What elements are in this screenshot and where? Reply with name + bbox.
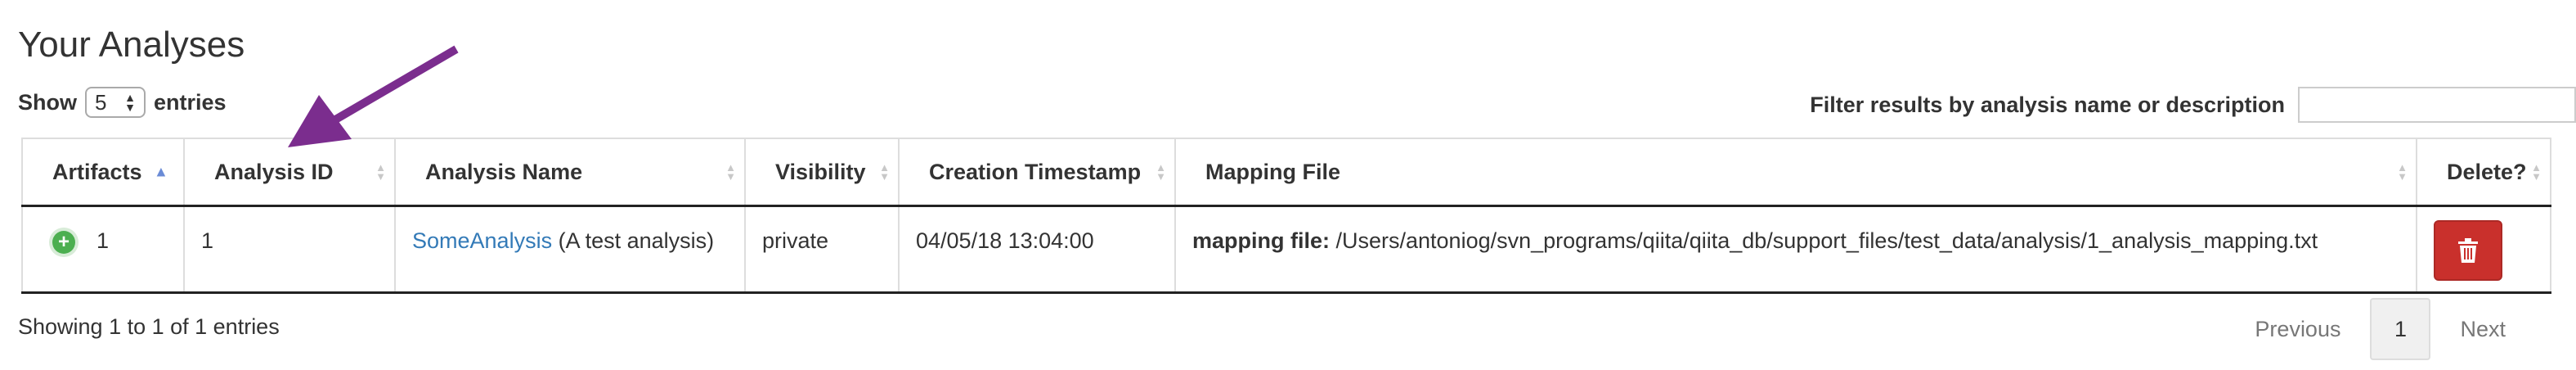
show-label: Show bbox=[18, 89, 77, 115]
col-analysis-name-label: Analysis Name bbox=[425, 159, 583, 184]
entries-select[interactable]: 5 ▲ ▼ bbox=[85, 87, 146, 118]
trash-icon bbox=[2458, 238, 2478, 263]
next-button[interactable]: Next bbox=[2430, 317, 2535, 342]
col-creation-timestamp-label: Creation Timestamp bbox=[929, 159, 1142, 184]
sort-both-icon: ▲ ▼ bbox=[2531, 161, 2542, 183]
col-visibility-label: Visibility bbox=[775, 159, 866, 184]
analysis-description: (A test analysis) bbox=[552, 228, 715, 253]
cell-artifacts: +1 bbox=[21, 205, 184, 294]
pagination: Previous 1 Next bbox=[2225, 298, 2535, 360]
previous-button[interactable]: Previous bbox=[2225, 317, 2370, 342]
filter-input[interactable] bbox=[2298, 87, 2576, 123]
sort-both-icon: ▲ ▼ bbox=[879, 161, 890, 183]
plus-circle-icon[interactable]: + bbox=[52, 230, 75, 254]
sort-asc-icon: ▲ bbox=[154, 163, 168, 180]
cell-analysis-name: SomeAnalysis (A test analysis) bbox=[394, 205, 745, 294]
col-visibility[interactable]: Visibility ▲ ▼ bbox=[744, 138, 899, 207]
length-menu: Show 5 ▲ ▼ entries bbox=[18, 87, 227, 118]
col-analysis-id-label: Analysis ID bbox=[214, 159, 334, 184]
table-info: Showing 1 to 1 of 1 entries bbox=[18, 314, 280, 339]
col-artifacts-label: Artifacts bbox=[52, 159, 142, 184]
page-title: Your Analyses bbox=[18, 25, 245, 65]
filter-label: Filter results by analysis name or descr… bbox=[1810, 92, 2285, 117]
select-arrows-icon: ▲ ▼ bbox=[124, 91, 136, 114]
arrow-icon bbox=[288, 45, 459, 147]
artifacts-count: 1 bbox=[96, 228, 110, 253]
col-delete-label: Delete? bbox=[2447, 159, 2527, 184]
page-button-1[interactable]: 1 bbox=[2370, 298, 2431, 360]
col-delete[interactable]: Delete? ▲ ▼ bbox=[2416, 138, 2551, 207]
entries-label: entries bbox=[154, 89, 227, 115]
col-mapping-file-label: Mapping File bbox=[1205, 159, 1340, 184]
col-artifacts[interactable]: Artifacts ▲ bbox=[21, 138, 184, 207]
sort-both-icon: ▲ ▼ bbox=[725, 161, 736, 183]
cell-visibility: private bbox=[744, 205, 899, 294]
col-creation-timestamp[interactable]: Creation Timestamp ▲ ▼ bbox=[898, 138, 1175, 207]
cell-mapping-file: mapping file: /Users/antoniog/svn_progra… bbox=[1174, 205, 2417, 294]
filter-area: Filter results by analysis name or descr… bbox=[1810, 87, 2576, 123]
delete-button[interactable] bbox=[2434, 220, 2502, 281]
cell-created: 04/05/18 13:04:00 bbox=[898, 205, 1175, 294]
analyses-table: Artifacts ▲ Analysis ID ▲ ▼ Analysis Name… bbox=[21, 138, 2551, 294]
sort-both-icon: ▲ ▼ bbox=[375, 161, 386, 183]
sort-both-icon: ▲ ▼ bbox=[2397, 161, 2408, 183]
table-row: +1 1 SomeAnalysis (A test analysis) priv… bbox=[21, 205, 2551, 294]
cell-delete bbox=[2416, 205, 2551, 294]
entries-select-value: 5 bbox=[95, 89, 107, 115]
cell-analysis-id: 1 bbox=[183, 205, 395, 294]
col-mapping-file[interactable]: Mapping File ▲ ▼ bbox=[1174, 138, 2417, 207]
mapping-file-path: /Users/antoniog/svn_programs/qiita/qiita… bbox=[1330, 228, 2318, 253]
analysis-name-link[interactable]: SomeAnalysis bbox=[412, 228, 552, 253]
sort-both-icon: ▲ ▼ bbox=[1156, 161, 1166, 183]
mapping-file-label: mapping file: bbox=[1192, 228, 1330, 253]
